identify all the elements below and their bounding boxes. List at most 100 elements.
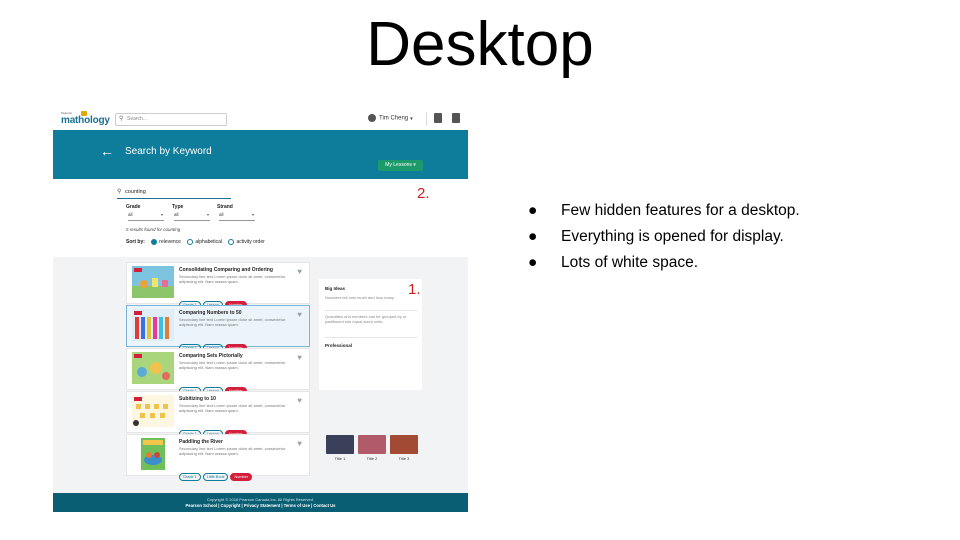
chevron-down-icon: ▾ [410, 115, 413, 122]
footer: Copyright © 2018 Pearson Canada Inc. All… [53, 493, 468, 512]
avatar-icon [368, 114, 376, 122]
sort-option-label: relevence [159, 239, 181, 246]
logo-text: mathology [61, 115, 110, 126]
search-placeholder: Search... [127, 116, 148, 122]
result-title: Paddling the River [179, 439, 223, 445]
video-thumbnail-3[interactable] [390, 435, 418, 454]
sort-option-relevance[interactable]: relevence [151, 239, 181, 245]
divider [325, 337, 417, 338]
app-mockup: Pearson mathology ⚲ Search... Tim Cheng ▾… [53, 107, 468, 512]
type-select[interactable]: all ▾ [174, 212, 210, 221]
result-tags: Grade 1 Little Book Number [179, 465, 254, 483]
result-title: Comparing Sets Pictorially [179, 353, 243, 359]
bullet-dot-icon: ● [528, 202, 538, 219]
search-filters: ⚲ counting Grade Type Strand all ▾ all ▾ a… [53, 179, 468, 257]
type-filter-label: Type [172, 204, 184, 210]
result-card[interactable]: Comparing Sets Pictorially Secondary lin… [126, 348, 310, 395]
professional-heading: Professional [325, 343, 353, 348]
page-title: Search by Keyword [125, 146, 212, 157]
sort-option-label: activity order [236, 239, 265, 246]
chevron-down-icon: ▾ [413, 162, 416, 168]
book-thumbnail [132, 438, 174, 470]
result-card[interactable]: Paddling the River Secondary line text L… [126, 434, 310, 481]
radio-selected-icon [151, 239, 158, 245]
divider [426, 112, 427, 126]
big-idea-1: Numbers tell how much and how many. [325, 295, 395, 300]
favorite-heart-icon[interactable]: ♥ [297, 267, 302, 276]
lesson-thumbnail [132, 309, 174, 341]
chevron-down-icon: ▾ [206, 212, 209, 217]
strand-select[interactable]: all ▾ [219, 212, 255, 221]
grade-filter-label: Grade [126, 204, 141, 210]
bullet-text: Everything is opened for display. [561, 228, 784, 245]
bullet-text: Few hidden features for a desktop. [561, 202, 800, 219]
mathology-logo[interactable]: Pearson mathology [61, 111, 110, 127]
result-title: Comparing Numbers to 50 [179, 310, 242, 316]
divider [325, 310, 417, 311]
strand-filter-label: Strand [217, 204, 233, 210]
my-lessons-label: My Lessons [385, 162, 412, 168]
result-title: Subitizing to 10 [179, 396, 216, 402]
report-icon[interactable] [452, 113, 460, 123]
video-title-1[interactable]: Title 1 [326, 456, 354, 461]
grade-select[interactable]: all ▾ [128, 212, 164, 221]
page-header: ← Search by Keyword My Lessons ▾ [53, 130, 468, 179]
bullet-item: ● Everything is opened for display. [528, 228, 948, 254]
result-description: Secondary line text Lorem ipsum dolor si… [179, 274, 286, 284]
tag-type[interactable]: Little Book [202, 473, 229, 481]
annotation-marker-2: 2. [417, 185, 430, 202]
sort-option-activity-order[interactable]: activity order [228, 239, 265, 246]
video-thumbnail-2[interactable] [358, 435, 386, 454]
sort-label: Sort by: [126, 239, 145, 246]
bullet-item: ● Few hidden features for a desktop. [528, 202, 948, 228]
user-menu[interactable]: Tim Cheng ▾ [368, 114, 413, 124]
strand-select-value: all [219, 212, 224, 217]
favorite-heart-icon[interactable]: ♥ [297, 310, 302, 319]
search-input[interactable]: ⚲ Search... [115, 113, 227, 126]
bullet-text: Lots of white space. [561, 254, 698, 271]
favorite-heart-icon[interactable]: ♥ [297, 396, 302, 405]
big-ideas-heading: Big Ideas [325, 286, 346, 291]
user-name: Tim Cheng [379, 115, 409, 122]
video-title-2[interactable]: Title 2 [358, 456, 386, 461]
tag-grade[interactable]: Grade 1 [179, 473, 201, 481]
result-card[interactable]: Consolidating Comparing and Ordering Sec… [126, 262, 310, 309]
annotation-marker-1: 1. [408, 281, 421, 298]
sort-option-label: alphabetical [195, 239, 223, 246]
results-area: Consolidating Comparing and Ordering Sec… [53, 257, 468, 493]
bullet-dot-icon: ● [528, 228, 538, 245]
my-lessons-button[interactable]: My Lessons ▾ [378, 160, 423, 171]
lesson-thumbnail [132, 266, 174, 298]
keyword-value: counting [125, 189, 146, 195]
slide-title: Desktop [366, 10, 594, 79]
results-count: 5 results found for counting [126, 227, 181, 232]
keyword-input[interactable]: ⚲ counting [117, 188, 231, 199]
type-select-value: all [174, 212, 179, 217]
result-description: Secondary line text Lorem ipsum dolor si… [179, 403, 286, 413]
radio-icon [187, 239, 194, 245]
search-icon: ⚲ [119, 116, 124, 122]
result-card-selected[interactable]: Comparing Numbers to 50 Secondary line t… [126, 305, 310, 352]
video-title-3[interactable]: Title 3 [390, 456, 418, 461]
bullet-list: ● Few hidden features for a desktop. ● Eve… [528, 202, 948, 280]
footer-copyright: Copyright © 2018 Pearson Canada Inc. All… [206, 497, 314, 502]
lesson-thumbnail [132, 395, 174, 427]
result-card[interactable]: Subitizing to 10 Secondary line text Lor… [126, 391, 310, 438]
tag-strand[interactable]: Number [230, 473, 252, 481]
result-description: Secondary line text Lorem ipsum dolor si… [179, 317, 286, 327]
back-arrow-icon[interactable]: ← [100, 143, 114, 159]
chevron-down-icon: ▾ [251, 212, 254, 217]
footer-links[interactable]: Pearson School | Copyright | Privacy Sta… [53, 503, 468, 508]
top-bar: Pearson mathology ⚲ Search... Tim Cheng ▾ [53, 107, 468, 130]
radio-icon [228, 239, 235, 245]
result-title: Consolidating Comparing and Ordering [179, 267, 273, 273]
sort-option-alphabetical[interactable]: alphabetical [187, 239, 222, 245]
clipboard-icon[interactable] [434, 113, 442, 123]
video-thumbnail-1[interactable] [326, 435, 354, 454]
bullet-item: ● Lots of white space. [528, 254, 948, 280]
favorite-heart-icon[interactable]: ♥ [297, 439, 302, 448]
favorite-heart-icon[interactable]: ♥ [297, 353, 302, 362]
result-description: Secondary line text Lorem ipsum dolor si… [179, 360, 286, 370]
grade-select-value: all [128, 212, 133, 217]
big-ideas-panel: Big Ideas Numbers tell how much and how … [319, 279, 422, 390]
